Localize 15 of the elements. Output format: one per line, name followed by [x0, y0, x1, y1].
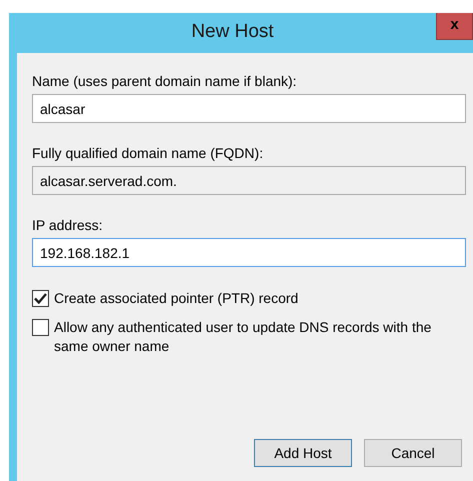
checkbox-label: Allow any authenticated user to update DNS records with the same owner name [54, 318, 432, 356]
field-label: Name (uses parent domain name if blank): [32, 73, 298, 89]
checkbox-label: Create associated pointer (PTR) record [54, 289, 300, 308]
window-title: New Host [190, 20, 275, 43]
checkbox[interactable] [32, 290, 49, 307]
check-icon [34, 293, 47, 304]
field-label: IP address: [32, 217, 104, 233]
input-field[interactable]: alcasar.serverad.com. [32, 166, 466, 195]
input-field[interactable]: alcasar [32, 94, 466, 123]
checkbox[interactable] [32, 319, 49, 336]
input-field[interactable]: 192.168.182.1 [32, 238, 466, 267]
close-button[interactable]: x [436, 13, 473, 40]
dialog-button[interactable]: Cancel [364, 439, 462, 467]
dialog-button[interactable]: Add Host [254, 439, 352, 467]
field-label: Fully qualified domain name (FQDN): [32, 145, 264, 161]
